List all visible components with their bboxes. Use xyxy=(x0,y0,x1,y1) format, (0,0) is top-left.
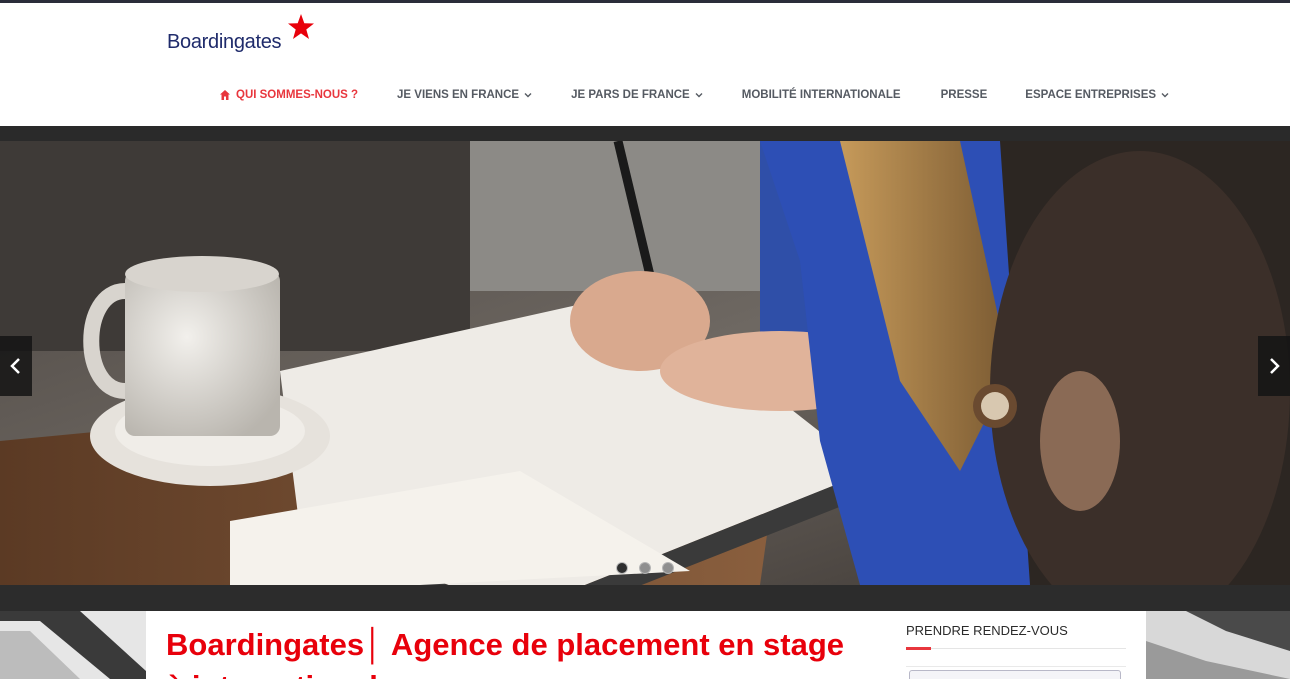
page-title: Boardingates│ Agence de placement en sta… xyxy=(166,627,845,679)
hero-slider xyxy=(0,141,1290,585)
chevron-down-icon xyxy=(524,93,532,98)
booking-widget[interactable] xyxy=(909,670,1121,679)
nav-item-je-viens-en-france[interactable]: JE VIENS EN FRANCE xyxy=(397,89,532,101)
sidebar-divider xyxy=(906,648,1126,649)
nav-label: QUI SOMMES-NOUS ? xyxy=(236,89,359,101)
nav-label: MOBILITÉ INTERNATIONALE xyxy=(741,89,901,101)
slider-top-band xyxy=(0,126,1290,141)
home-icon xyxy=(220,90,230,100)
nav-label: PRESSE xyxy=(940,89,988,101)
chevron-down-icon xyxy=(695,93,703,98)
background-photo-right xyxy=(1146,611,1290,679)
slider-dot-2[interactable] xyxy=(639,562,651,574)
background-photo-left xyxy=(0,611,146,679)
logo-text: Boardingates xyxy=(167,31,282,53)
nav-label: JE PARS DE FRANCE xyxy=(571,89,690,101)
nav-label: ESPACE ENTREPRISES xyxy=(1025,89,1157,101)
nav-item-mobilite-internationale[interactable]: MOBILITÉ INTERNATIONALE xyxy=(742,89,901,101)
slider-dot-3[interactable] xyxy=(662,562,674,574)
main-nav: QUI SOMMES-NOUS ? JE VIENS EN FRANCE JE … xyxy=(219,85,1169,105)
star-icon xyxy=(288,14,314,39)
chevron-right-icon xyxy=(1270,358,1280,374)
hero-slide-image xyxy=(0,141,1290,585)
nav-label: JE VIENS EN FRANCE xyxy=(397,89,520,101)
chevron-down-icon xyxy=(1161,93,1169,98)
site-logo[interactable]: Boardingates xyxy=(167,13,327,58)
nav-item-presse[interactable]: PRESSE xyxy=(941,89,988,101)
slider-pagination xyxy=(616,562,674,574)
site-header: Boardingates QUI SOMMES-NOUS ? JE VIENS … xyxy=(0,3,1290,126)
main-content: Boardingates│ Agence de placement en sta… xyxy=(146,611,1146,679)
sidebar-divider xyxy=(906,666,1126,667)
nav-item-espace-entreprises[interactable]: ESPACE ENTREPRISES xyxy=(1025,89,1169,101)
slider-next-button[interactable] xyxy=(1258,336,1290,396)
sidebar-title-accent xyxy=(906,647,931,650)
sidebar-widget-title: PRENDRE RENDEZ-VOUS xyxy=(906,623,1068,638)
nav-item-je-pars-de-france[interactable]: JE PARS DE FRANCE xyxy=(571,89,703,101)
slider-dot-1[interactable] xyxy=(616,562,628,574)
chevron-left-icon xyxy=(10,358,20,374)
slider-prev-button[interactable] xyxy=(0,336,32,396)
nav-item-qui-sommes-nous[interactable]: QUI SOMMES-NOUS ? xyxy=(219,89,358,101)
